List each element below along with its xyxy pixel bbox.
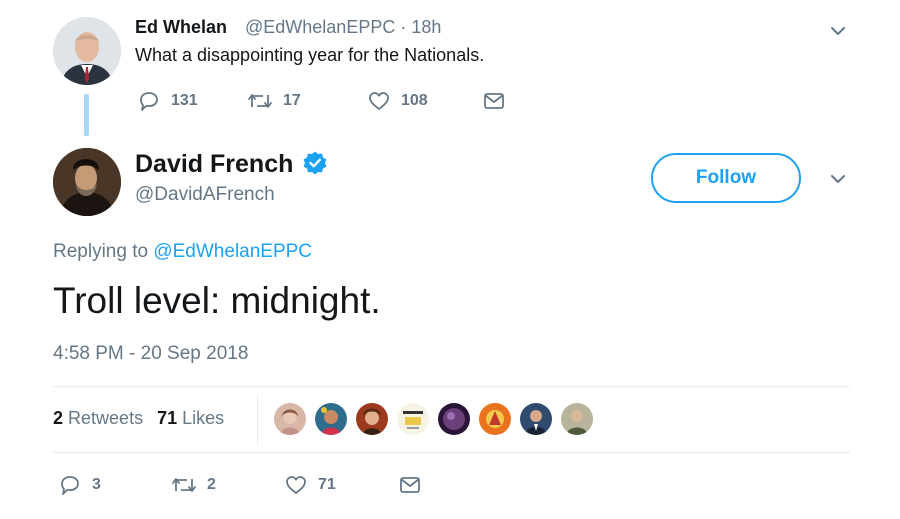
retweet-count: 2: [207, 476, 216, 493]
tweet-timestamp[interactable]: 4:58 PM - 20 Sep 2018: [53, 343, 248, 365]
replying-to-mention-link[interactable]: @EdWhelanEPPC: [153, 241, 312, 262]
chevron-down-icon[interactable]: [827, 168, 849, 190]
retweets-label[interactable]: Retweets: [68, 408, 143, 428]
david-french-avatar[interactable]: [53, 148, 121, 216]
replying-to-prefix: Replying to: [53, 241, 154, 262]
parent-retweet-button[interactable]: 17: [247, 89, 301, 113]
likes-count[interactable]: 71: [157, 408, 177, 428]
ed-whelan-avatar[interactable]: [53, 17, 121, 85]
divider: [53, 386, 850, 387]
main-author-handle[interactable]: @DavidAFrench: [135, 184, 275, 206]
liker-avatar[interactable]: [313, 401, 349, 437]
main-action-bar: 3 2 71: [58, 473, 458, 497]
liker-avatar[interactable]: [354, 401, 390, 437]
main-author-name[interactable]: David French: [135, 150, 293, 179]
dm-button[interactable]: [398, 473, 422, 497]
heart-icon: [369, 92, 389, 110]
stats-separator: [257, 394, 258, 446]
parent-reply-button[interactable]: 131: [137, 89, 198, 113]
likes-label[interactable]: Likes: [182, 408, 224, 428]
parent-action-bar: 131 17 108: [137, 89, 537, 113]
retweet-button[interactable]: 2: [171, 473, 216, 497]
retweet-icon: [248, 94, 272, 108]
retweet-icon: [172, 478, 196, 492]
main-tweet-text: Troll level: midnight.: [53, 280, 381, 321]
liker-avatar[interactable]: [518, 401, 554, 437]
envelope-icon: [484, 93, 504, 109]
parent-reply-count: 131: [171, 92, 198, 109]
follow-button[interactable]: Follow: [651, 153, 801, 203]
parent-retweet-count: 17: [283, 92, 301, 109]
parent-like-count: 108: [401, 92, 428, 109]
parent-author-handle[interactable]: @EdWhelanEPPC · 18h: [245, 17, 441, 38]
parent-tweet[interactable]: Ed Whelan @EdWhelanEPPC · 18h What a dis…: [0, 0, 900, 140]
liker-avatar[interactable]: [559, 401, 595, 437]
like-count: 71: [318, 476, 336, 493]
parent-dm-button[interactable]: [482, 89, 506, 113]
heart-icon: [286, 476, 306, 494]
like-button[interactable]: 71: [284, 473, 336, 497]
replying-to-line: Replying to @EdWhelanEPPC: [53, 241, 312, 263]
parent-like-button[interactable]: 108: [367, 89, 428, 113]
parent-tweet-text: What a disappointing year for the Nation…: [135, 45, 485, 65]
chevron-down-icon[interactable]: [827, 20, 849, 42]
liker-avatar[interactable]: [477, 401, 513, 437]
liker-avatar[interactable]: [395, 401, 431, 437]
liker-avatar[interactable]: [272, 401, 308, 437]
reply-button[interactable]: 3: [58, 473, 101, 497]
parent-author-name[interactable]: Ed Whelan: [135, 17, 227, 38]
liker-avatar[interactable]: [436, 401, 472, 437]
divider: [53, 452, 850, 453]
reply-count: 3: [92, 476, 101, 493]
retweets-count[interactable]: 2: [53, 408, 63, 428]
verified-badge-icon: [303, 151, 327, 175]
engagement-stats: 2 Retweets 71 Likes: [53, 408, 224, 429]
reply-icon: [61, 476, 79, 495]
envelope-icon: [400, 477, 420, 493]
thread-connector-line: [84, 94, 89, 136]
reply-icon: [140, 92, 158, 111]
